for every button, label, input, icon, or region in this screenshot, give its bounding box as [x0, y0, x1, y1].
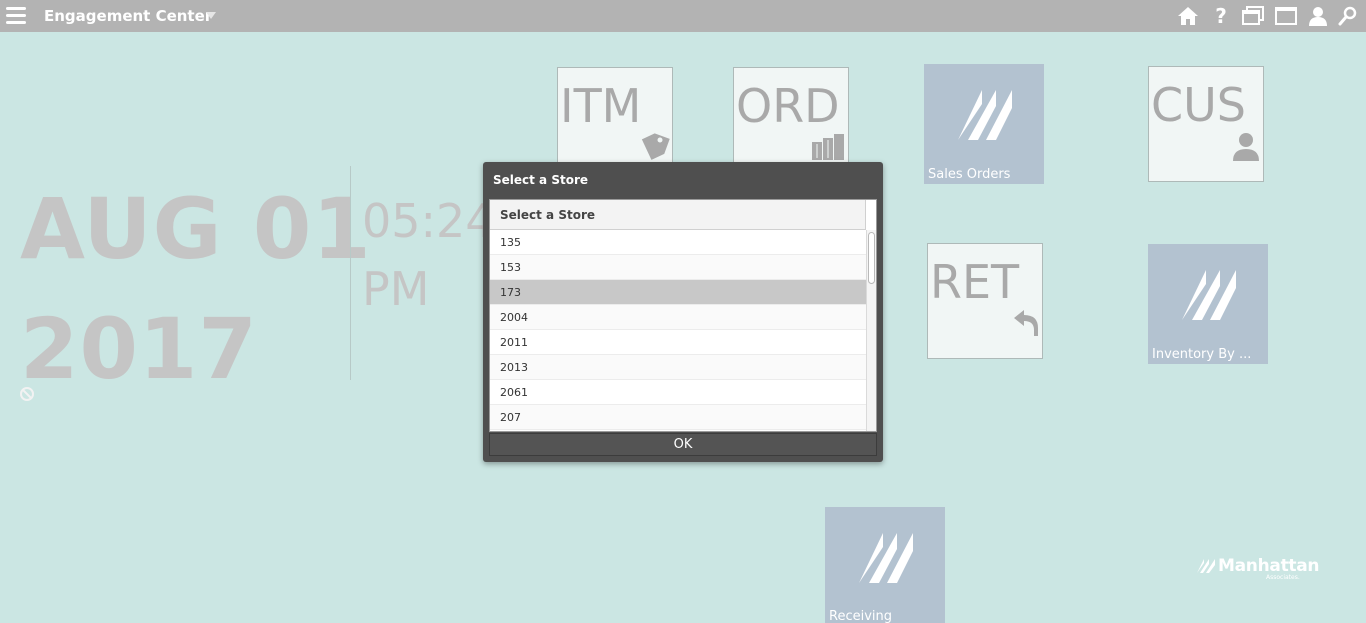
manhattan-logo-icon: [958, 90, 1012, 140]
store-row-selected[interactable]: 173: [490, 280, 866, 305]
store-number: 2061: [500, 386, 528, 399]
return-arrow-icon: [1014, 310, 1038, 336]
date-year: 2017: [20, 300, 258, 398]
date-time-divider: [350, 166, 351, 380]
store-row[interactable]: 207: [490, 405, 866, 430]
manhattan-logo-icon: [859, 533, 913, 583]
store-row[interactable]: 2004: [490, 305, 866, 330]
manhattan-logo-icon: [1182, 270, 1236, 320]
store-number: 2013: [500, 361, 528, 374]
store-list-header[interactable]: Select a Store: [490, 200, 866, 230]
store-row[interactable]: 2013: [490, 355, 866, 380]
store-number: 135: [500, 236, 521, 249]
store-list: Select a Store 135 153 173 2004 2011 201…: [489, 199, 877, 432]
tile-code: CUS: [1151, 78, 1246, 132]
person-icon: [1233, 133, 1259, 161]
ban-icon[interactable]: [19, 386, 35, 402]
top-bar: Engagement Center ?: [0, 0, 1366, 32]
tile-ret[interactable]: RET: [927, 243, 1043, 359]
tile-sales-orders[interactable]: Sales Orders: [924, 64, 1044, 184]
store-number: 2004: [500, 311, 528, 324]
time-ampm: PM: [362, 262, 430, 316]
search-icon[interactable]: [1336, 5, 1360, 27]
tile-code: RET: [930, 255, 1020, 309]
store-list-rows: 135 153 173 2004 2011 2013 2061 207: [490, 230, 866, 430]
store-number: 153: [500, 261, 521, 274]
column-header-label: Select a Store: [500, 208, 596, 222]
select-store-dialog: Select a Store Select a Store 135 153 17…: [483, 162, 883, 462]
menu-icon[interactable]: [6, 7, 26, 25]
store-number: 207: [500, 411, 521, 424]
home-icon[interactable]: [1176, 5, 1200, 27]
scrollbar-thumb[interactable]: [868, 232, 875, 284]
store-number: 2011: [500, 336, 528, 349]
svg-text:?: ?: [1215, 5, 1227, 27]
tile-receiving[interactable]: Receiving: [825, 507, 945, 623]
tile-label: Inventory By ...: [1152, 347, 1252, 362]
tile-code: ITM: [560, 79, 642, 133]
store-number: 173: [500, 286, 521, 299]
boxes-icon: [812, 134, 844, 160]
tile-cus[interactable]: CUS: [1148, 66, 1264, 182]
ok-button[interactable]: OK: [489, 433, 877, 456]
manhattan-logo-icon: [1197, 559, 1215, 573]
tile-code: ORD: [736, 79, 840, 133]
window-icon[interactable]: [1274, 5, 1298, 27]
time-value: 05:24: [362, 194, 495, 248]
store-row[interactable]: 2011: [490, 330, 866, 355]
brand-name: Manhattan: [1218, 556, 1320, 576]
dialog-title: Select a Store: [493, 173, 589, 187]
store-row[interactable]: 135: [490, 230, 866, 255]
tile-label: Sales Orders: [928, 167, 1011, 182]
chevron-down-icon[interactable]: [206, 12, 216, 19]
brand-logo: Manhattan Associates.: [1196, 556, 1320, 584]
list-scrollbar[interactable]: [866, 230, 876, 431]
store-row[interactable]: 2061: [490, 380, 866, 405]
brand-sub: Associates.: [1266, 574, 1300, 581]
tile-inventory[interactable]: Inventory By ...: [1148, 244, 1268, 364]
store-row[interactable]: 153: [490, 255, 866, 280]
help-icon[interactable]: ?: [1209, 5, 1233, 27]
user-icon[interactable]: [1306, 5, 1330, 27]
app-title[interactable]: Engagement Center: [44, 7, 212, 25]
date-month-day: AUG 01: [20, 180, 372, 278]
tile-label: Receiving: [829, 609, 893, 623]
windows-icon[interactable]: [1241, 5, 1265, 27]
price-tag-icon: [641, 133, 670, 160]
